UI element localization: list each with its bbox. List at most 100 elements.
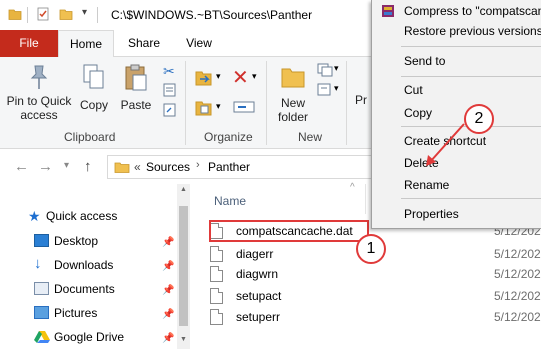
pin-icon[interactable]: 📌 — [162, 233, 174, 253]
delete-x-icon[interactable]: ✕ — [232, 65, 249, 90]
download-arrow-icon: ↓ — [34, 255, 42, 272]
column-divider — [365, 184, 366, 214]
nav-item-label: Quick access — [46, 209, 118, 223]
file-icon — [210, 309, 223, 325]
tab-file[interactable]: File — [0, 30, 58, 57]
menu-separator — [401, 46, 541, 47]
file-icon — [210, 288, 223, 304]
paste-button[interactable]: Paste — [118, 63, 154, 112]
title-divider — [97, 7, 98, 23]
copy-to-dropdown-icon[interactable]: ▾ — [216, 101, 221, 112]
file-name: setuperr — [236, 310, 281, 324]
recent-locations-chevron-icon[interactable]: ▾ — [64, 160, 69, 171]
qa-divider — [27, 7, 28, 23]
new-folder-large-icon — [281, 68, 305, 88]
column-header-name[interactable]: Name — [214, 194, 246, 208]
move-to-icon[interactable] — [194, 67, 216, 89]
ribbon-divider — [185, 61, 186, 145]
scroll-down-icon[interactable]: ▼ — [180, 336, 187, 343]
paste-icon — [125, 64, 147, 91]
pin-icon[interactable]: 📌 — [162, 257, 174, 277]
back-arrow-icon[interactable]: ← — [14, 158, 29, 175]
nav-item-downloads[interactable]: ↓ Downloads 📌 — [34, 255, 174, 275]
customize-qa-dropdown-icon[interactable]: ▾ — [82, 7, 87, 18]
menu-separator — [401, 198, 541, 199]
paste-label: Paste — [120, 98, 152, 112]
address-overflow-chevron[interactable]: « — [134, 160, 141, 174]
nav-pane-scroll-thumb[interactable] — [179, 206, 188, 326]
tab-view[interactable]: View — [176, 30, 222, 57]
nav-item-documents[interactable]: Documents 📌 — [34, 279, 174, 299]
window-title: C:\$WINDOWS.~BT\Sources\Panther — [111, 8, 313, 22]
group-label-organize: Organize — [204, 130, 253, 144]
file-date: 5/12/2021 11 — [494, 310, 541, 324]
properties-checkmark-icon[interactable] — [36, 7, 50, 21]
address-segment-panther[interactable]: Panther — [208, 160, 250, 174]
copy-path-icon[interactable] — [162, 83, 178, 97]
file-date: 5/12/2021 11 — [494, 267, 541, 281]
context-menu: Compress to "compatscan Restore previous… — [371, 0, 541, 229]
menu-item-send-to[interactable]: Send to — [404, 51, 445, 71]
ribbon-divider — [266, 61, 267, 145]
callout-2: 2 — [464, 104, 494, 134]
nav-item-label: Desktop — [54, 234, 99, 248]
cut-scissors-icon[interactable]: ✂ — [163, 63, 175, 80]
paste-shortcut-icon[interactable] — [162, 103, 178, 117]
file-icon — [210, 246, 223, 262]
tab-home[interactable]: Home — [58, 30, 114, 58]
google-drive-icon — [34, 331, 50, 343]
pin-icon[interactable]: 📌 — [162, 329, 174, 349]
nav-pane-scrollbar[interactable]: ▲ ▼ — [177, 184, 190, 349]
pictures-icon — [34, 306, 49, 319]
scroll-up-icon[interactable]: ▲ — [180, 186, 187, 193]
nav-item-pictures[interactable]: Pictures 📌 — [34, 303, 174, 323]
nav-item-label: Downloads — [54, 258, 114, 272]
address-box[interactable]: « Sources › Panther — [107, 155, 372, 179]
file-icon — [210, 266, 223, 282]
menu-item-compress[interactable]: Compress to "compatscan — [404, 1, 541, 21]
new-folder-icon[interactable] — [59, 7, 73, 21]
callout-1: 1 — [356, 234, 386, 264]
pin-to-quick-access-button[interactable]: Pin to Quick access — [4, 63, 74, 122]
tab-share[interactable]: Share — [118, 30, 170, 57]
forward-arrow-icon[interactable]: → — [38, 158, 53, 175]
copy-label: Copy — [79, 98, 108, 112]
copy-to-icon[interactable] — [194, 97, 216, 119]
address-folder-icon — [114, 162, 130, 173]
navigation-pane: ★ Quick access Desktop 📌 ↓ Downloads 📌 D… — [0, 184, 190, 349]
pin-icon[interactable]: 📌 — [162, 281, 174, 301]
file-date: 5/12/2021 11 — [494, 289, 541, 303]
nav-item-google-drive[interactable]: Google Drive 📌 — [34, 327, 174, 347]
properties-button-truncated[interactable]: Pr — [355, 93, 367, 107]
new-item-dropdown-icon[interactable]: ▾ — [334, 63, 339, 74]
winrar-icon — [382, 5, 394, 17]
new-folder-button[interactable]: New folder — [272, 63, 314, 124]
documents-icon — [34, 282, 49, 295]
address-segment-sources[interactable]: Sources — [146, 160, 190, 174]
address-separator-icon[interactable]: › — [196, 159, 200, 171]
sort-caret-icon: ^ — [350, 182, 355, 193]
file-name: diagwrn — [236, 267, 279, 281]
up-arrow-icon[interactable]: ↑ — [84, 158, 92, 175]
pin-icon — [30, 65, 48, 89]
menu-item-properties[interactable]: Properties — [404, 204, 459, 224]
copy-button[interactable]: Copy — [79, 63, 109, 112]
delete-dropdown-icon[interactable]: ▾ — [252, 71, 257, 82]
nav-item-label: Documents — [54, 282, 115, 296]
move-to-dropdown-icon[interactable]: ▾ — [216, 71, 221, 82]
group-label-new: New — [298, 130, 323, 144]
nav-item-quick-access[interactable]: ★ Quick access — [28, 206, 118, 226]
pin-icon[interactable]: 📌 — [162, 305, 174, 325]
nav-item-desktop[interactable]: Desktop 📌 — [34, 231, 174, 251]
menu-item-rename[interactable]: Rename — [404, 175, 449, 195]
easy-access-dropdown-icon[interactable]: ▾ — [334, 83, 339, 94]
menu-item-cut[interactable]: Cut — [404, 80, 423, 100]
rename-icon[interactable] — [232, 97, 256, 117]
group-label-clipboard: Clipboard — [64, 130, 116, 144]
desktop-icon — [34, 234, 49, 247]
new-item-icon[interactable] — [317, 63, 335, 77]
menu-item-restore-previous-versions[interactable]: Restore previous versions — [404, 21, 541, 41]
easy-access-icon[interactable] — [317, 83, 335, 97]
file-name: diagerr — [236, 247, 274, 261]
menu-separator — [401, 76, 541, 77]
